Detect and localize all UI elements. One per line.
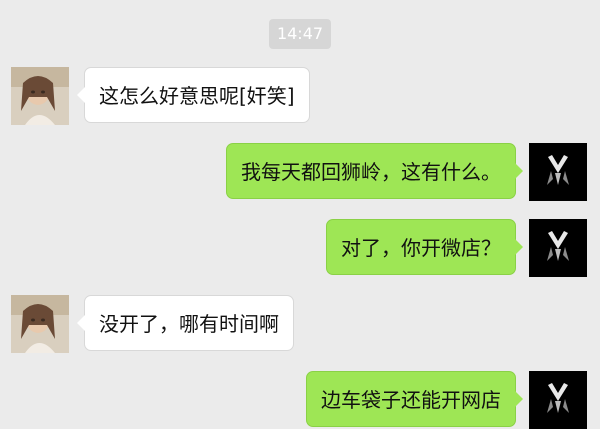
message-bubble-received[interactable]: 没开了，哪有时间啊: [77, 295, 294, 351]
black-suit-avatar-icon: [529, 143, 587, 201]
user-avatar[interactable]: [529, 219, 587, 277]
girl-photo-avatar-icon: [11, 295, 69, 353]
contact-avatar[interactable]: [11, 295, 69, 353]
girl-photo-avatar-icon: [11, 67, 69, 125]
black-suit-avatar-icon: [529, 371, 587, 429]
contact-avatar[interactable]: [11, 67, 69, 125]
message-bubble-sent[interactable]: 对了，你开微店？: [326, 219, 523, 275]
user-avatar[interactable]: [529, 143, 587, 201]
user-avatar[interactable]: [529, 371, 587, 429]
chat-timestamp: 14:47: [269, 19, 331, 49]
black-suit-avatar-icon: [529, 219, 587, 277]
message-bubble-sent[interactable]: 边车袋子还能开网店: [306, 371, 523, 427]
message-bubble-received[interactable]: 这怎么好意思呢[奸笑]: [77, 67, 310, 123]
message-bubble-sent[interactable]: 我每天都回狮岭，这有什么。: [226, 143, 523, 199]
